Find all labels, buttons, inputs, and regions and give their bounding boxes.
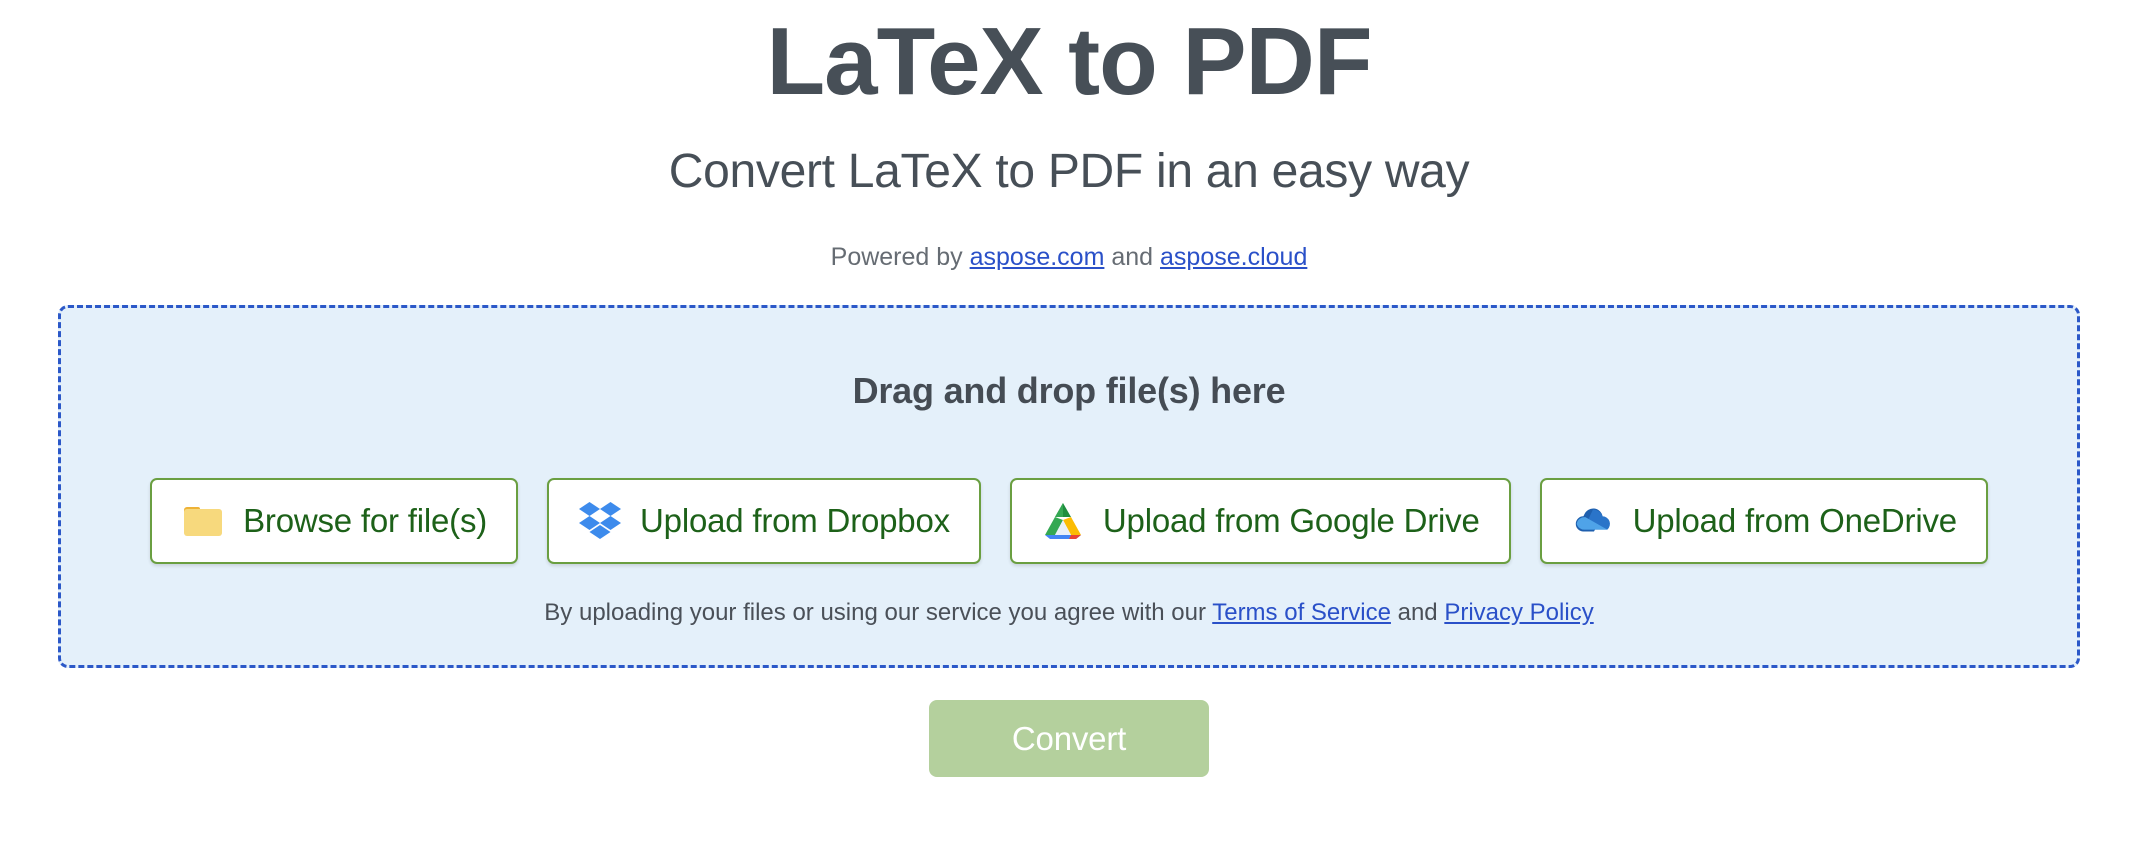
terms-prefix: By uploading your files or using our ser… <box>544 599 1213 626</box>
dropzone-heading: Drag and drop file(s) here <box>852 370 1286 411</box>
aspose-cloud-link[interactable]: aspose.cloud <box>1160 243 1307 271</box>
upload-from-onedrive-label: Upload from OneDrive <box>1632 502 1957 539</box>
onedrive-icon <box>1571 499 1615 543</box>
upload-buttons-row: Browse for file(s) Upload from Dropbox U… <box>150 412 1988 564</box>
google-drive-icon <box>1041 499 1085 543</box>
aspose-com-link[interactable]: aspose.com <box>970 243 1105 271</box>
terms-notice: By uploading your files or using our ser… <box>61 599 2077 627</box>
file-dropzone[interactable]: Drag and drop file(s) here Browse for fi… <box>58 305 2080 668</box>
browse-for-files-label: Browse for file(s) <box>243 502 488 539</box>
convert-button-container: Convert <box>929 668 1209 777</box>
upload-from-onedrive-button[interactable]: Upload from OneDrive <box>1539 478 1988 564</box>
upload-from-dropbox-label: Upload from Dropbox <box>640 502 950 539</box>
dropbox-icon <box>578 499 622 543</box>
convert-button[interactable]: Convert <box>929 700 1209 777</box>
page-root: LaTeX to PDF Convert LaTeX to PDF in an … <box>0 0 2138 868</box>
powered-by-conjunction: and <box>1104 243 1161 271</box>
terms-conjunction: and <box>1390 599 1445 626</box>
page-subtitle: Convert LaTeX to PDF in an easy way <box>668 145 1470 198</box>
upload-from-google-drive-label: Upload from Google Drive <box>1102 502 1480 539</box>
powered-by-prefix: Powered by <box>830 243 970 271</box>
powered-by-line: Powered by aspose.com and aspose.cloud <box>831 199 1308 272</box>
upload-from-google-drive-button[interactable]: Upload from Google Drive <box>1009 478 1511 564</box>
folder-icon <box>181 499 225 543</box>
browse-for-files-button[interactable]: Browse for file(s) <box>150 478 519 564</box>
page-title: LaTeX to PDF <box>766 8 1373 115</box>
privacy-policy-link[interactable]: Privacy Policy <box>1444 599 1593 626</box>
upload-from-dropbox-button[interactable]: Upload from Dropbox <box>547 478 981 564</box>
terms-of-service-link[interactable]: Terms of Service <box>1212 599 1391 626</box>
